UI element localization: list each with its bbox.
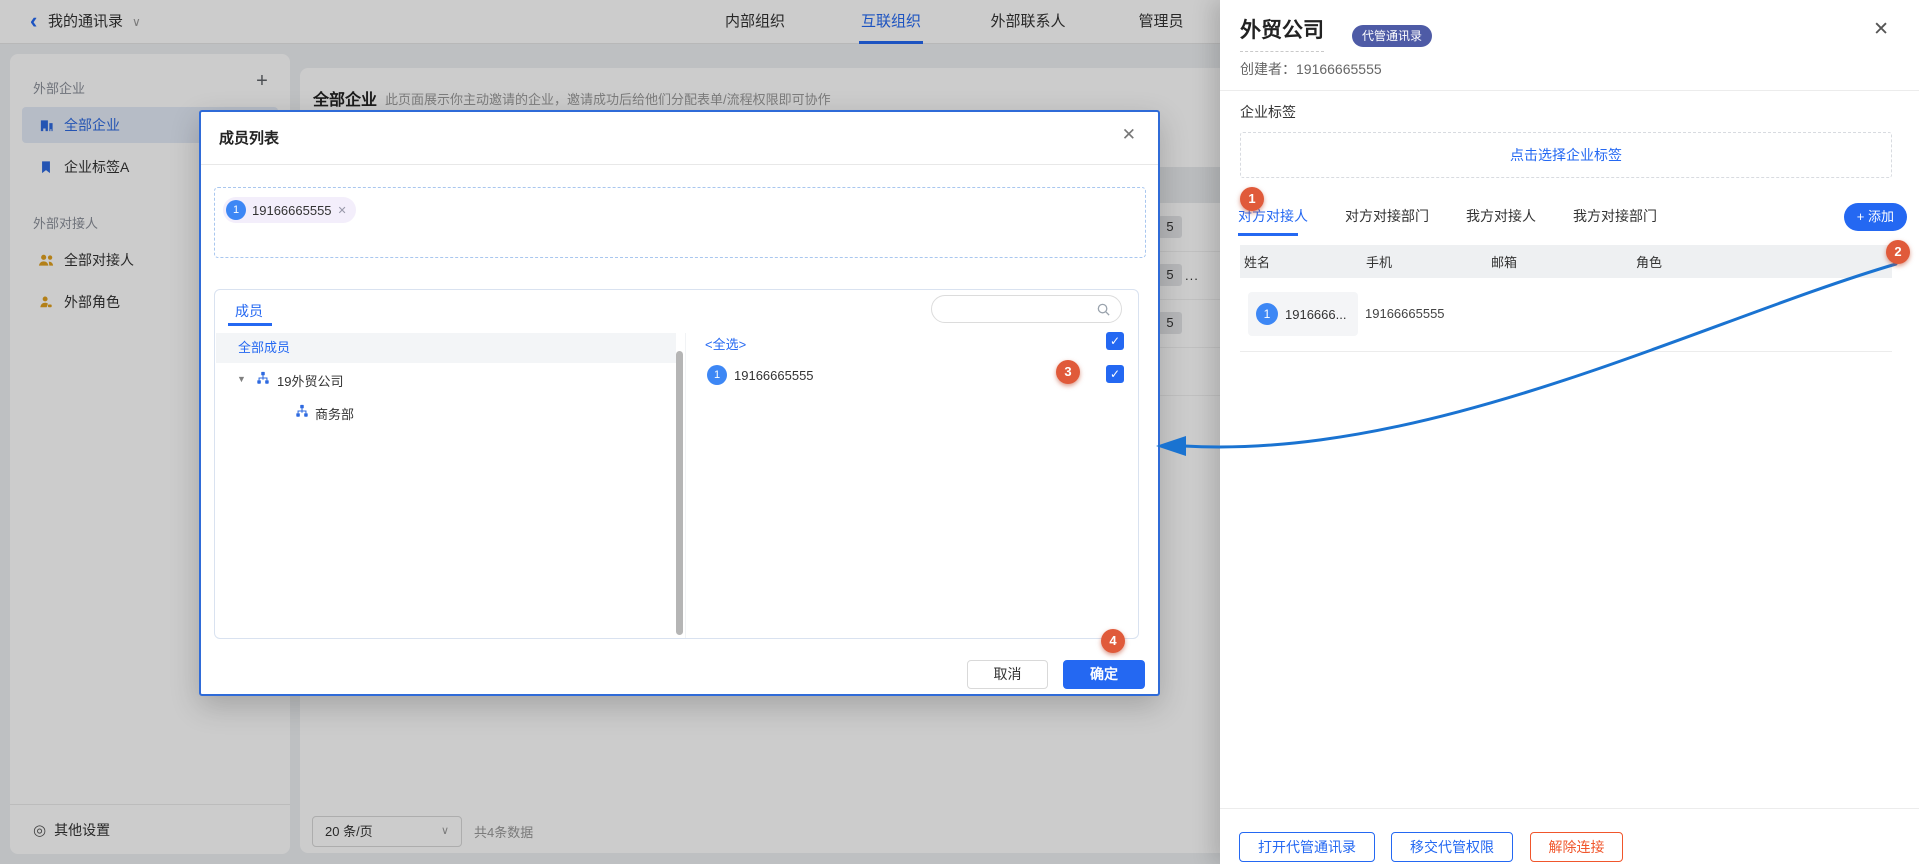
remove-tag-icon[interactable]: ✕ xyxy=(338,204,347,217)
column-phone: 手机 xyxy=(1362,252,1487,271)
tab-our-department[interactable]: 我方对接部门 xyxy=(1573,206,1657,226)
tab-our-liaison[interactable]: 我方对接人 xyxy=(1466,206,1536,226)
panel-title[interactable]: 外贸公司 xyxy=(1240,14,1324,52)
avatar: 1 xyxy=(1256,303,1278,325)
tree-node-company[interactable]: 19外贸公司 xyxy=(277,371,343,390)
creator-info: 创建者：19166665555 xyxy=(1240,59,1382,79)
avatar: 1 xyxy=(226,200,246,220)
divider xyxy=(1220,90,1919,91)
active-tab-underline xyxy=(228,323,272,326)
modal-title: 成员列表 xyxy=(219,127,279,148)
column-name: 姓名 xyxy=(1240,252,1362,271)
managed-contacts-badge: 代管通讯录 xyxy=(1352,25,1432,47)
selected-members-box[interactable]: 1 19166665555 ✕ xyxy=(214,187,1146,258)
company-detail-panel: ✕ 外贸公司 代管通讯录 创建者：19166665555 企业标签 点击选择企业… xyxy=(1220,0,1919,864)
member-list-modal: 成员列表 ✕ 1 19166665555 ✕ 成员 全部成员 ▼ 19外贸公司 … xyxy=(199,110,1160,696)
close-icon[interactable]: ✕ xyxy=(1122,125,1136,145)
search-input[interactable] xyxy=(944,299,1094,319)
column-role: 角色 xyxy=(1632,252,1662,271)
divider xyxy=(685,333,686,638)
transfer-managed-rights-button[interactable]: 移交代管权限 xyxy=(1391,832,1513,862)
add-liaison-button[interactable]: + 添加 xyxy=(1844,203,1907,231)
avatar: 1 xyxy=(707,365,727,385)
liaison-phone: 19166665555 xyxy=(1365,306,1445,321)
member-name: 19166665555 xyxy=(734,368,814,383)
org-icon xyxy=(295,404,309,421)
select-all-link[interactable]: <全选> xyxy=(705,334,746,353)
step-badge-1: 1 xyxy=(1240,187,1264,211)
search-icon xyxy=(1096,302,1111,320)
column-email: 邮箱 xyxy=(1487,252,1632,271)
liaison-chip[interactable]: 1 1916666... xyxy=(1248,292,1358,336)
org-icon xyxy=(256,371,270,388)
table-row: 1 1916666... 19166665555 xyxy=(1240,278,1892,352)
confirm-button[interactable]: 确定 xyxy=(1063,660,1145,689)
tree-node-department[interactable]: 商务部 xyxy=(315,404,354,423)
liaison-name: 1916666... xyxy=(1285,307,1346,322)
select-company-tag-box[interactable]: 点击选择企业标签 xyxy=(1240,132,1892,178)
tree-expand-icon[interactable]: ▼ xyxy=(237,374,246,384)
panel-footer: 打开代管通讯录 移交代管权限 解除连接 xyxy=(1220,808,1919,864)
member-picker: 成员 全部成员 ▼ 19外贸公司 商务部 <全选> ✓ 1 1916666555… xyxy=(214,289,1139,639)
tree-header-all-members[interactable]: 全部成员 xyxy=(216,333,676,363)
search-box[interactable] xyxy=(931,295,1122,323)
scrollbar[interactable] xyxy=(676,351,683,635)
member-checkbox[interactable]: ✓ xyxy=(1106,365,1124,383)
company-tag-label: 企业标签 xyxy=(1240,102,1296,122)
liaison-tabs: 对方对接人 对方对接部门 我方对接人 我方对接部门 xyxy=(1238,206,1657,226)
tab-members[interactable]: 成员 xyxy=(235,301,263,321)
step-badge-3: 3 xyxy=(1056,360,1080,384)
tab-their-department[interactable]: 对方对接部门 xyxy=(1345,206,1429,226)
open-managed-contacts-button[interactable]: 打开代管通讯录 xyxy=(1239,832,1375,862)
step-badge-4: 4 xyxy=(1101,629,1125,653)
selected-member-label: 19166665555 xyxy=(252,203,332,218)
step-badge-2: 2 xyxy=(1886,240,1910,264)
close-icon[interactable]: ✕ xyxy=(1873,18,1889,41)
active-tab-underline xyxy=(1238,233,1298,236)
cancel-button[interactable]: 取消 xyxy=(967,660,1048,689)
divider xyxy=(201,164,1158,165)
liaison-table-header: 姓名 手机 邮箱 角色 xyxy=(1240,245,1892,278)
select-all-checkbox[interactable]: ✓ xyxy=(1106,332,1124,350)
disconnect-button[interactable]: 解除连接 xyxy=(1530,832,1623,862)
selected-member-tag[interactable]: 1 19166665555 ✕ xyxy=(223,197,356,223)
